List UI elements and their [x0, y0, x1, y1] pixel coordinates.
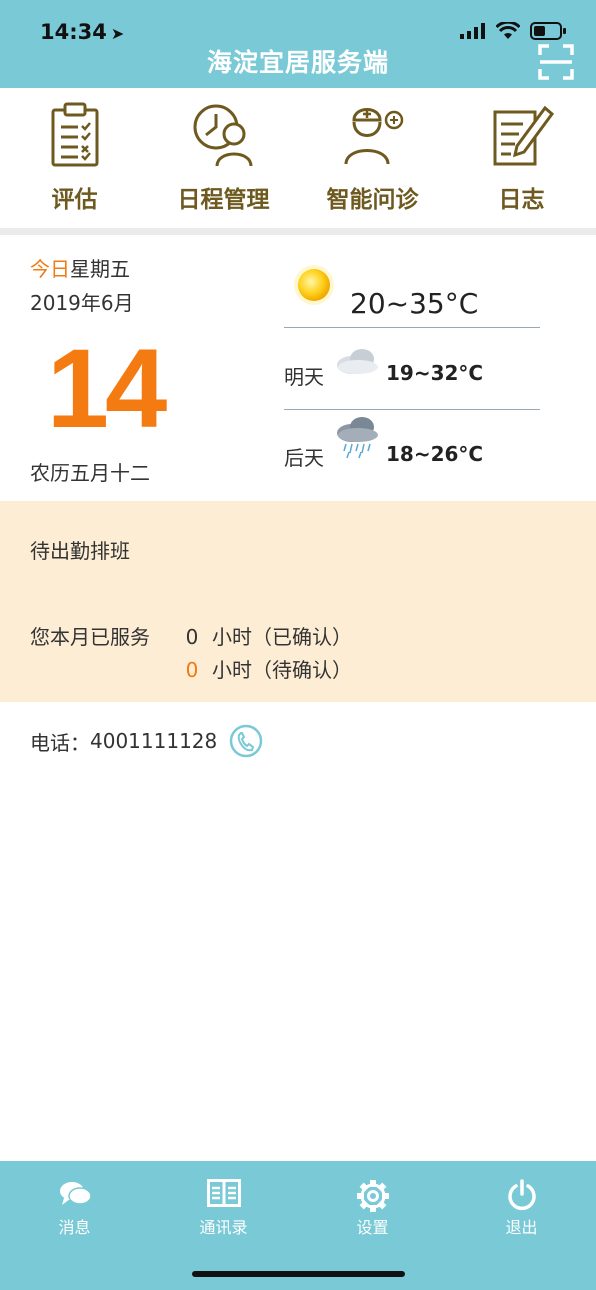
- day-after-label: 后天: [284, 446, 324, 470]
- menu-item-assessment[interactable]: 评估: [0, 88, 149, 228]
- tomorrow-label: 明天: [284, 365, 324, 389]
- menu-label: 智能问诊: [326, 187, 419, 213]
- tab-messages[interactable]: 消息: [0, 1161, 149, 1290]
- confirmed-hours-label: 小时（已确认）: [212, 625, 352, 649]
- confirmed-hours: 0: [185, 625, 199, 649]
- tab-label: 设置: [356, 1218, 389, 1237]
- pending-hours: 0: [185, 658, 199, 682]
- doctor-consult-icon: [344, 108, 403, 165]
- phone-label: 电话：: [30, 730, 90, 755]
- status-time: 14:34 ➤: [40, 20, 124, 44]
- menu-label: 评估: [51, 187, 98, 213]
- menu-label: 日程管理: [177, 187, 270, 213]
- chat-bubble-icon: [59, 1182, 92, 1205]
- duty-title[interactable]: 待出勤排班: [30, 535, 130, 564]
- cloudy-icon: [337, 349, 378, 374]
- served-label: 您本月已服务: [30, 625, 150, 649]
- notepad-pen-icon: [493, 105, 554, 166]
- phone-call-icon[interactable]: [229, 724, 263, 758]
- status-icons: [460, 22, 566, 40]
- pending-hours-row: 0 小时（待确认）: [182, 654, 352, 683]
- clipboard-checklist-icon: [51, 102, 98, 167]
- lunar-date: 农历五月十二: [30, 461, 150, 485]
- section-divider: [0, 228, 596, 235]
- today-weekday: 今日星期五: [30, 253, 130, 282]
- date-weather-panel: 今日星期五 2019年6月 14 农历五月十二 20~35°C 明天 19~32…: [0, 235, 596, 501]
- feature-menu: 评估 日程管理 智能问诊 日志: [0, 88, 596, 228]
- tab-logout[interactable]: 退出: [447, 1161, 596, 1290]
- menu-label: 日志: [498, 187, 545, 213]
- today-temperature: 20~35°C: [350, 287, 479, 320]
- year-month: 2019年6月: [30, 291, 134, 315]
- pending-hours-label: 小时（待确认）: [212, 658, 352, 682]
- tab-label: 通讯录: [199, 1218, 248, 1237]
- day-after-temperature: 18~26°C: [386, 442, 484, 466]
- weather-divider: [284, 327, 540, 328]
- location-arrow-icon: ➤: [110, 24, 125, 43]
- contacts-book-icon: [206, 1179, 241, 1207]
- day-number: 14: [46, 326, 168, 451]
- phone-number[interactable]: 4001111128: [90, 729, 217, 753]
- menu-item-schedule[interactable]: 日程管理: [149, 88, 298, 228]
- page-title: 海淀宜居服务端: [206, 48, 389, 77]
- menu-item-log[interactable]: 日志: [447, 88, 596, 228]
- rain-cloud-icon: [337, 417, 378, 459]
- home-indicator[interactable]: [192, 1271, 405, 1277]
- power-icon: [507, 1179, 536, 1211]
- clock-text: 14:34: [40, 20, 107, 44]
- weekday: 星期五: [70, 257, 130, 281]
- today-prefix: 今日: [30, 257, 70, 281]
- weather-divider: [284, 409, 540, 410]
- tab-label: 消息: [58, 1218, 91, 1237]
- tomorrow-temperature: 19~32°C: [386, 361, 484, 385]
- scan-icon[interactable]: [538, 44, 574, 80]
- signal-icon: [460, 23, 485, 39]
- menu-item-consult[interactable]: 智能问诊: [298, 88, 447, 228]
- confirmed-hours-row: 0 小时（已确认）: [182, 621, 352, 650]
- battery-icon: [530, 22, 566, 40]
- wifi-icon: [496, 22, 520, 39]
- sun-icon: [294, 265, 334, 305]
- top-bar: 14:34 ➤ 海淀宜居服务端: [0, 0, 596, 88]
- tab-label: 退出: [505, 1218, 538, 1237]
- duty-panel: 待出勤排班 您本月已服务 0 小时（已确认） 0 小时（待确认）: [0, 501, 596, 702]
- contact-phone: 电话： 4001111128: [30, 724, 263, 758]
- gear-icon: [356, 1180, 389, 1212]
- clock-person-icon: [193, 104, 252, 167]
